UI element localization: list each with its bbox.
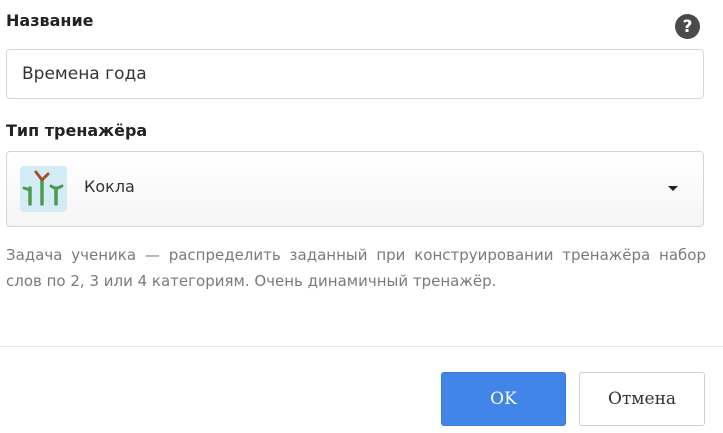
trainer-settings-dialog: Название ? Тип тренажёра Кокла Задача уч… (0, 0, 723, 433)
trainer-description: Задача ученика — распределить заданный п… (6, 246, 706, 290)
trainer-thumbnail-icon (20, 166, 67, 212)
cancel-button[interactable]: Отмена (579, 372, 705, 426)
name-label: Название (6, 11, 94, 30)
name-input[interactable] (6, 49, 704, 99)
ok-button[interactable]: OK (441, 372, 566, 426)
help-icon[interactable]: ? (675, 14, 700, 39)
trainer-type-label: Тип тренажёра (6, 121, 148, 140)
caret-down-icon (668, 186, 678, 191)
trainer-type-select[interactable]: Кокла (6, 151, 704, 227)
footer-divider (0, 346, 723, 347)
trainer-type-value: Кокла (84, 177, 135, 196)
